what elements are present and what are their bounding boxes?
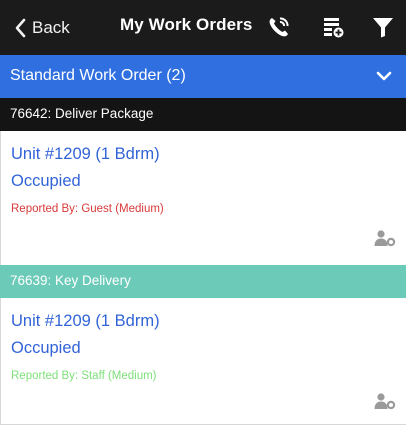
phone-call-icon bbox=[269, 17, 289, 37]
work-order-card[interactable]: Unit #1209 (1 Bdrm) Occupied Reported By… bbox=[0, 298, 406, 424]
filter-button[interactable] bbox=[368, 12, 398, 42]
back-label: Back bbox=[32, 18, 70, 37]
work-order-group-header[interactable]: Standard Work Order (2) bbox=[0, 55, 406, 98]
unit-label: Unit #1209 (1 Bdrm) bbox=[11, 145, 160, 163]
filter-icon bbox=[373, 18, 393, 38]
add-list-icon bbox=[324, 18, 344, 38]
add-list-button[interactable] bbox=[318, 12, 348, 42]
assign-user-icon[interactable] bbox=[374, 392, 396, 410]
occupancy-status: Occupied bbox=[11, 339, 81, 357]
top-navigation-bar: Back My Work Orders bbox=[0, 0, 406, 55]
occupancy-status: Occupied bbox=[11, 172, 81, 190]
work-order-card[interactable]: Unit #1209 (1 Bdrm) Occupied Reported By… bbox=[0, 131, 406, 265]
work-order-title: 76642: Deliver Package bbox=[10, 106, 154, 121]
work-order-title: 76639: Key Delivery bbox=[10, 273, 131, 288]
group-title: Standard Work Order (2) bbox=[10, 67, 186, 84]
unit-label: Unit #1209 (1 Bdrm) bbox=[11, 312, 160, 330]
reported-by-label: Reported By: Guest (Medium) bbox=[11, 203, 164, 215]
work-order-header[interactable]: 76642: Deliver Package bbox=[0, 98, 406, 131]
work-order-header[interactable]: 76639: Key Delivery bbox=[0, 265, 406, 298]
reported-by-label: Reported By: Staff (Medium) bbox=[11, 370, 157, 382]
assign-user-icon[interactable] bbox=[374, 229, 396, 247]
back-button[interactable]: Back bbox=[14, 14, 70, 42]
phone-call-button[interactable] bbox=[264, 12, 294, 42]
page-title: My Work Orders bbox=[120, 15, 253, 34]
chevron-left-icon bbox=[15, 18, 26, 38]
list-divider bbox=[0, 424, 406, 425]
chevron-down-icon[interactable] bbox=[374, 66, 394, 86]
